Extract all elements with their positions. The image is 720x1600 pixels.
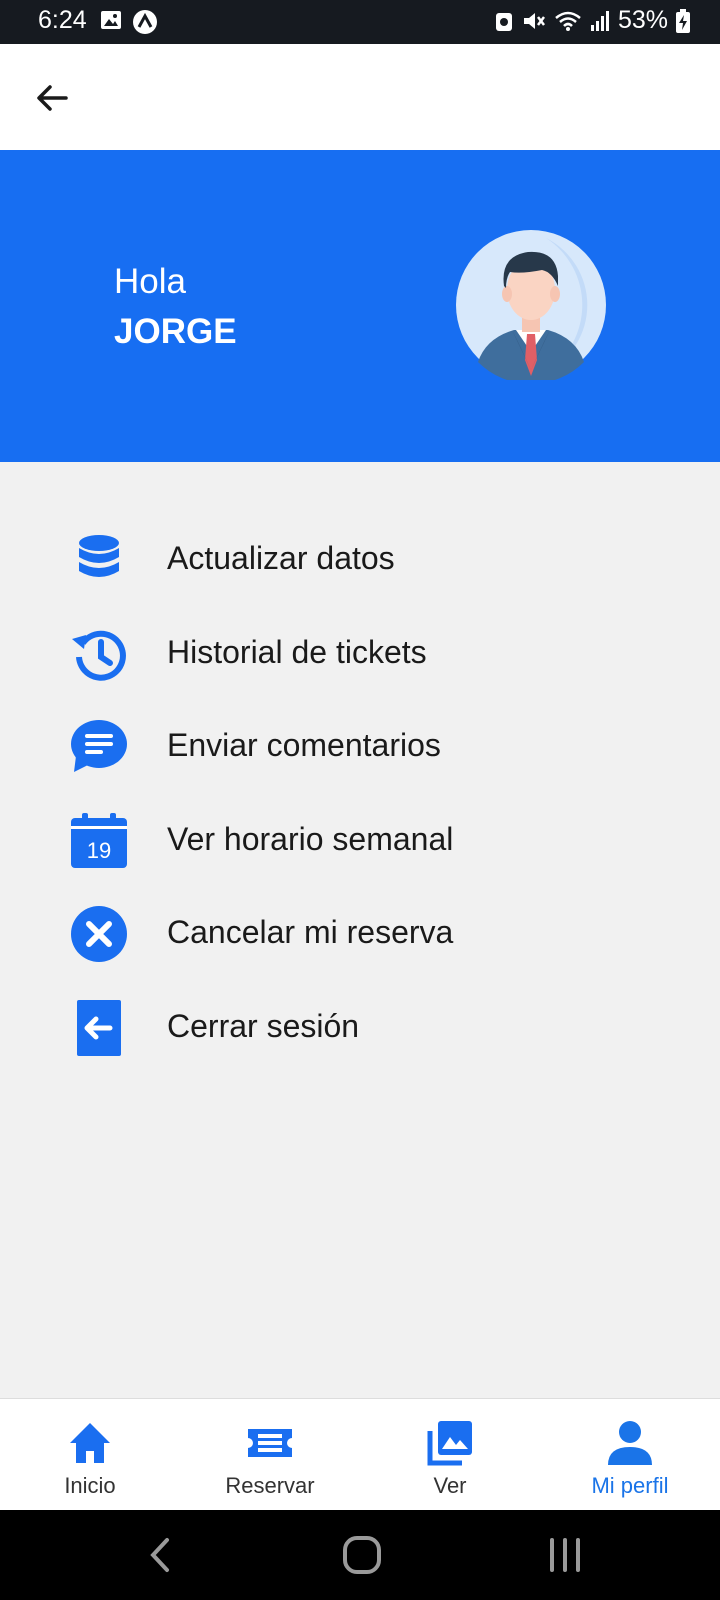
nav-tab-reservar[interactable]: Reservar: [180, 1399, 360, 1511]
nav-label: Reservar: [225, 1473, 315, 1498]
cancel-icon: [71, 906, 127, 962]
menu-item-actualizar-datos[interactable]: Actualizar datos: [0, 520, 720, 600]
nav-tab-inicio[interactable]: Inicio: [0, 1399, 180, 1511]
greeting-text: Hola: [114, 262, 186, 301]
avatar: [456, 230, 606, 380]
nav-label: Inicio: [64, 1473, 116, 1498]
menu-item-ver-horario-semanal[interactable]: 19 Ver horario semanal: [0, 801, 720, 881]
battery-percentage: 53%: [617, 6, 668, 34]
menu-item-cerrar-sesion[interactable]: Cerrar sesión: [0, 988, 720, 1068]
system-recents-icon[interactable]: [540, 1530, 590, 1580]
person-icon: [608, 1421, 652, 1465]
profile-header: Hola JORGE: [0, 150, 720, 462]
nav-label: Ver: [433, 1473, 467, 1498]
username-text: JORGE: [114, 312, 237, 351]
status-right-icons: 53%: [494, 6, 690, 35]
battery-charging-icon: [676, 8, 690, 33]
status-bar: 6:24 53%: [0, 0, 720, 44]
bottom-navigation: Inicio Reservar Ver Mi perfil: [0, 1398, 720, 1511]
database-icon: [79, 535, 119, 577]
menu-item-label: Cerrar sesión: [167, 1008, 360, 1044]
home-icon: [70, 1423, 110, 1463]
gallery-icon: [427, 1421, 472, 1466]
image-notification-icon: [101, 11, 121, 29]
menu-item-enviar-comentarios[interactable]: Enviar comentarios: [0, 707, 720, 787]
menu-item-label: Enviar comentarios: [167, 727, 441, 763]
comment-icon: [71, 720, 127, 772]
nav-label: Mi perfil: [591, 1473, 669, 1498]
system-navigation-bar: [0, 1510, 720, 1600]
signal-icon: [590, 10, 609, 31]
menu-item-label: Cancelar mi reserva: [167, 914, 454, 950]
menu-item-cancelar-reserva[interactable]: Cancelar mi reserva: [0, 894, 720, 974]
menu-item-label: Historial de tickets: [167, 634, 427, 670]
menu-item-label: Actualizar datos: [167, 540, 395, 576]
calendar-icon: 19: [71, 813, 127, 868]
logout-icon: [77, 1000, 121, 1056]
status-left-icons: [100, 9, 158, 35]
calendar-day-number: 19: [87, 838, 111, 863]
nav-tab-ver[interactable]: Ver: [360, 1399, 540, 1511]
app-notification-icon: [133, 10, 157, 34]
system-home-icon[interactable]: [337, 1530, 387, 1580]
menu-item-label: Ver horario semanal: [167, 821, 454, 857]
app-bar: [0, 44, 720, 150]
mute-icon: [523, 12, 545, 29]
recycle-notification-icon: [495, 12, 512, 31]
menu-item-historial-tickets[interactable]: Historial de tickets: [0, 614, 720, 694]
nav-tab-mi-perfil[interactable]: Mi perfil: [540, 1399, 720, 1511]
status-time: 6:24: [38, 6, 87, 34]
history-icon: [72, 630, 126, 681]
back-arrow-icon[interactable]: [30, 76, 74, 120]
wifi-icon: [555, 11, 581, 31]
system-back-icon[interactable]: [136, 1530, 186, 1580]
ticket-icon: [248, 1429, 292, 1457]
